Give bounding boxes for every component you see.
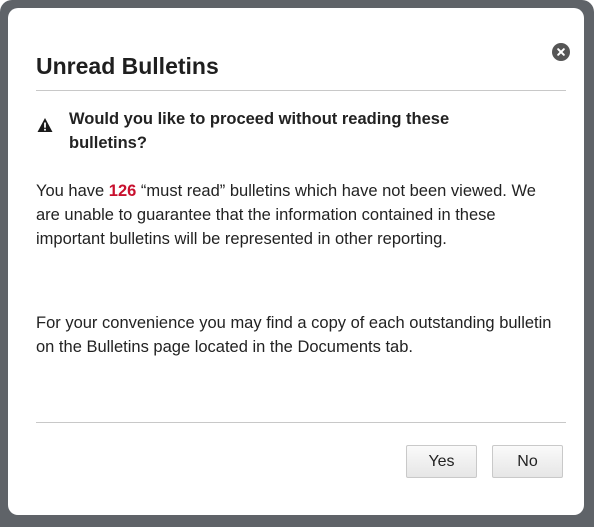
paragraph-prefix: You have <box>36 182 109 200</box>
warning-triangle-icon <box>37 118 53 132</box>
unread-count: 126 <box>108 182 137 200</box>
close-icon[interactable] <box>552 43 570 61</box>
unread-bulletins-dialog: Unread Bulletins Would you like to proce… <box>8 8 584 515</box>
modal-overlay-frame: Unread Bulletins Would you like to proce… <box>0 0 594 527</box>
dialog-title: Unread Bulletins <box>36 53 219 79</box>
no-button[interactable]: No <box>492 445 563 478</box>
convenience-paragraph: For your convenience you may find a copy… <box>36 314 552 356</box>
warning-message: Would you like to proceed without readin… <box>69 110 450 152</box>
title-divider <box>36 90 566 91</box>
unread-count-paragraph: You have 126 “must read” bulletins which… <box>36 179 556 251</box>
yes-button[interactable]: Yes <box>406 445 477 478</box>
footer-divider <box>36 422 566 423</box>
